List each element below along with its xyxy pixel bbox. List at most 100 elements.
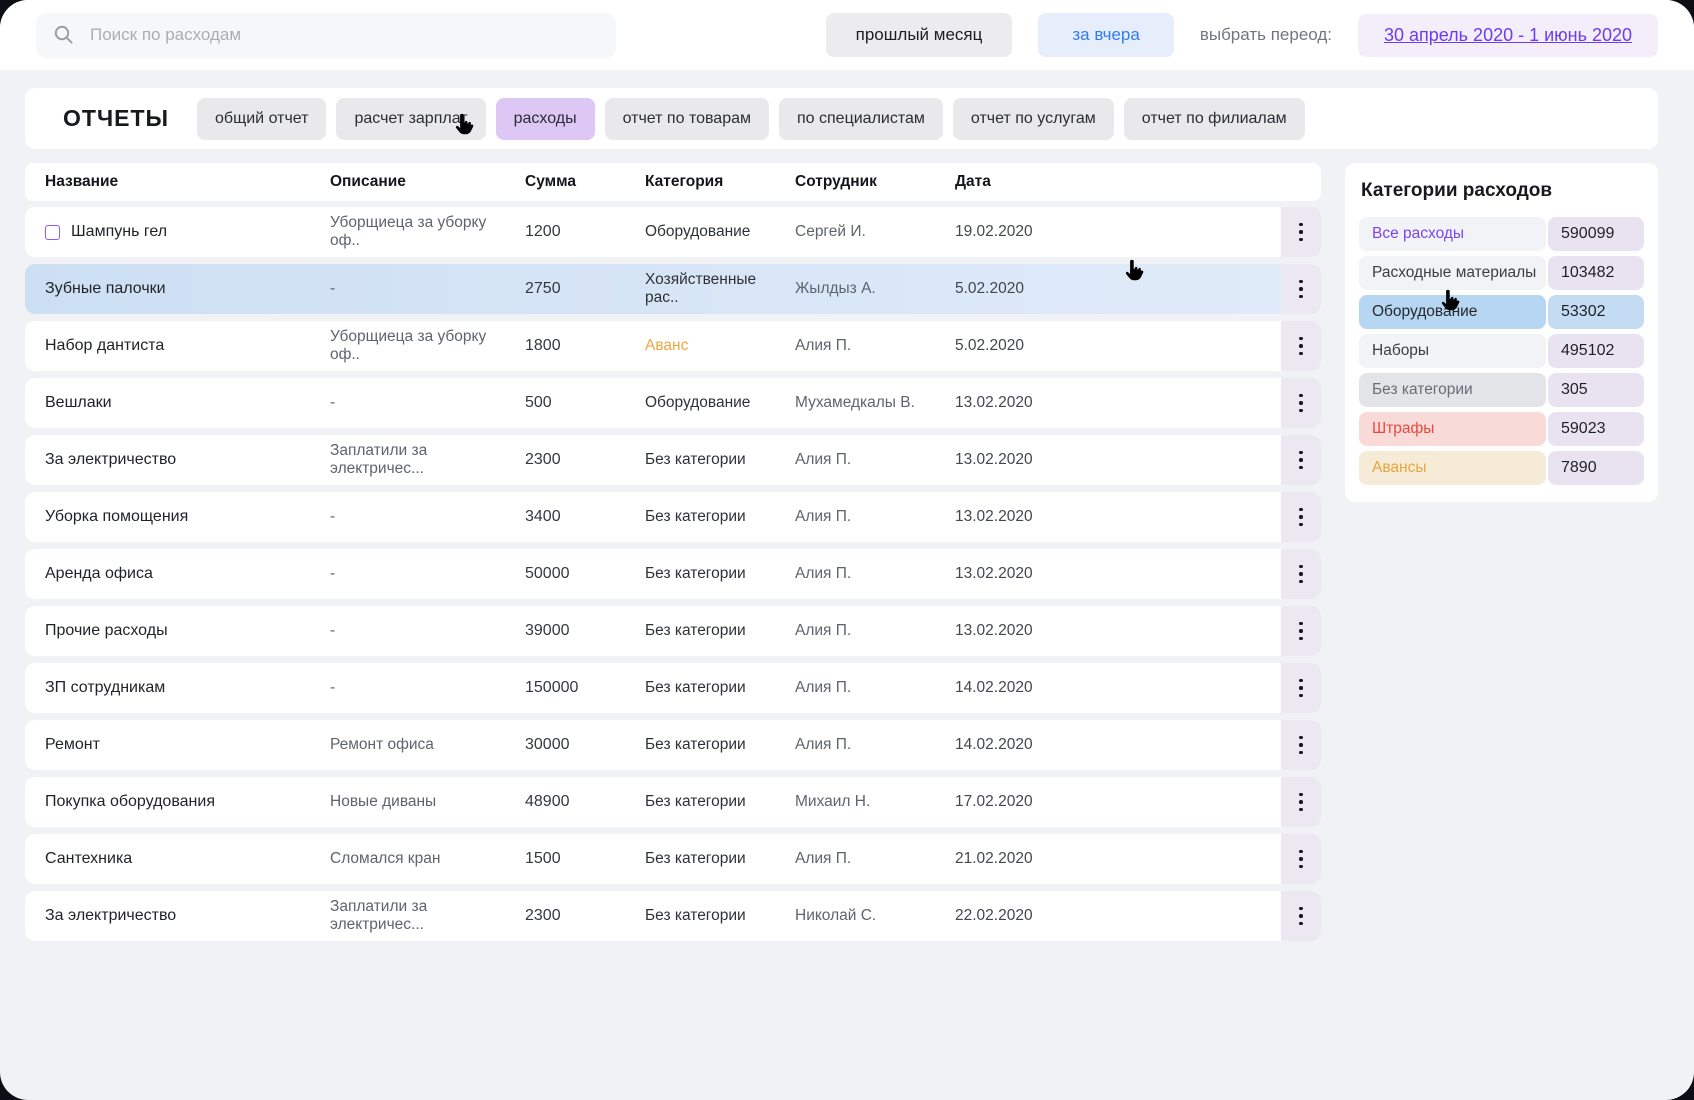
expense-category: Без категории bbox=[645, 622, 795, 640]
table-row[interactable]: РемонтРемонт офиса30000Без категорииАлия… bbox=[25, 720, 1321, 770]
expense-category: Без категории bbox=[645, 793, 795, 811]
categories-title: Категории расходов bbox=[1361, 180, 1644, 202]
report-tab-5[interactable]: отчет по услугам bbox=[953, 98, 1114, 140]
expense-amount: 48900 bbox=[525, 793, 645, 811]
row-menu-button[interactable] bbox=[1281, 435, 1321, 485]
column-header: Сотрудник bbox=[795, 173, 955, 191]
category-item[interactable]: Наборы495102 bbox=[1359, 334, 1644, 368]
table-row[interactable]: Шампунь гелУборщиеца за уборку оф..1200О… bbox=[25, 207, 1321, 257]
last-month-button[interactable]: прошлый месяц bbox=[826, 13, 1013, 57]
table-row[interactable]: За электричествоЗаплатили за электричес.… bbox=[25, 891, 1321, 941]
category-value: 59023 bbox=[1548, 412, 1644, 446]
expense-employee: Сергей И. bbox=[795, 223, 955, 241]
table-row[interactable]: Набор дантистаУборщиеца за уборку оф..18… bbox=[25, 321, 1321, 371]
expense-employee: Алия П. bbox=[795, 337, 955, 355]
row-menu-button[interactable] bbox=[1281, 720, 1321, 770]
row-menu-button[interactable] bbox=[1281, 378, 1321, 428]
expense-date: 19.02.2020 bbox=[955, 223, 1281, 241]
report-tab-6[interactable]: отчет по филиалам bbox=[1124, 98, 1305, 140]
expense-amount: 1500 bbox=[525, 850, 645, 868]
expense-employee: Мухамедкалы В. bbox=[795, 394, 955, 412]
row-menu-button[interactable] bbox=[1281, 663, 1321, 713]
expense-name-cell: Шампунь гел bbox=[45, 223, 330, 241]
table-row[interactable]: Прочие расходы-39000Без категорииАлия П.… bbox=[25, 606, 1321, 656]
table-row[interactable]: Покупка оборудованияНовые диваны48900Без… bbox=[25, 777, 1321, 827]
table-row[interactable]: ЗП сотрудникам-150000Без категорииАлия П… bbox=[25, 663, 1321, 713]
category-item[interactable]: Штрафы59023 bbox=[1359, 412, 1644, 446]
report-tab-3[interactable]: отчет по товарам bbox=[605, 98, 769, 140]
expense-amount: 2300 bbox=[525, 907, 645, 925]
row-checkbox[interactable] bbox=[45, 225, 60, 240]
category-item[interactable]: Расходные материалы103482 bbox=[1359, 256, 1644, 290]
row-menu-button[interactable] bbox=[1281, 891, 1321, 941]
column-header: Категория bbox=[645, 173, 795, 191]
expense-amount: 1200 bbox=[525, 223, 645, 241]
expense-name-cell: Аренда офиса bbox=[45, 565, 330, 583]
category-value: 7890 bbox=[1548, 451, 1644, 485]
report-tab-0[interactable]: общий отчет bbox=[197, 98, 326, 140]
category-item[interactable]: Без категории305 bbox=[1359, 373, 1644, 407]
row-menu-button[interactable] bbox=[1281, 264, 1321, 314]
category-item[interactable]: Оборудование53302 bbox=[1359, 295, 1644, 329]
row-menu-button[interactable] bbox=[1281, 321, 1321, 371]
report-tab-2[interactable]: расходы bbox=[496, 98, 595, 140]
search-field[interactable] bbox=[36, 13, 616, 58]
expense-name: ЗП сотрудникам bbox=[45, 679, 165, 697]
expense-employee: Алия П. bbox=[795, 622, 955, 640]
expense-employee: Николай С. bbox=[795, 907, 955, 925]
expense-name: Сантехника bbox=[45, 850, 132, 868]
expense-date: 14.02.2020 bbox=[955, 679, 1281, 697]
category-item[interactable]: Авансы7890 bbox=[1359, 451, 1644, 485]
row-menu-button[interactable] bbox=[1281, 606, 1321, 656]
expense-name: Ремонт bbox=[45, 736, 100, 754]
expense-name: За электричество bbox=[45, 451, 176, 469]
expense-category: Аванс bbox=[645, 337, 795, 355]
expense-date: 17.02.2020 bbox=[955, 793, 1281, 811]
expense-category: Оборудование bbox=[645, 223, 795, 241]
table-header: НазваниеОписаниеСуммаКатегорияСотрудникД… bbox=[25, 163, 1321, 201]
categories-list: Все расходы590099 Расходные материалы1034… bbox=[1359, 217, 1644, 485]
expense-date: 13.02.2020 bbox=[955, 565, 1281, 583]
expense-amount: 50000 bbox=[525, 565, 645, 583]
expense-date: 13.02.2020 bbox=[955, 622, 1281, 640]
expense-description: - bbox=[330, 622, 525, 640]
expense-amount: 39000 bbox=[525, 622, 645, 640]
category-label: Штрафы bbox=[1359, 412, 1546, 446]
expense-category: Оборудование bbox=[645, 394, 795, 412]
table-row[interactable]: За электричествоЗаплатили за электричес.… bbox=[25, 435, 1321, 485]
table-row[interactable]: Зубные палочки-2750Хозяйственные рас..Жы… bbox=[25, 264, 1321, 314]
expense-amount: 2750 bbox=[525, 280, 645, 298]
expense-name: Зубные палочки bbox=[45, 280, 166, 298]
report-tab-4[interactable]: по специалистам bbox=[779, 98, 943, 140]
period-controls: прошлый месяц за вчера выбрать переод: 3… bbox=[826, 13, 1658, 57]
expense-date: 13.02.2020 bbox=[955, 451, 1281, 469]
row-menu-button[interactable] bbox=[1281, 777, 1321, 827]
category-value: 590099 bbox=[1548, 217, 1644, 251]
column-header: Название bbox=[45, 173, 330, 191]
expense-employee: Алия П. bbox=[795, 736, 955, 754]
date-range-picker[interactable]: 30 апрель 2020 - 1 июнь 2020 bbox=[1358, 14, 1658, 57]
expense-date: 22.02.2020 bbox=[955, 907, 1281, 925]
row-menu-button[interactable] bbox=[1281, 207, 1321, 257]
table-row[interactable]: СантехникаСломался кран1500Без категории… bbox=[25, 834, 1321, 884]
yesterday-button[interactable]: за вчера bbox=[1038, 13, 1173, 57]
kebab-icon bbox=[1299, 280, 1303, 299]
row-menu-button[interactable] bbox=[1281, 492, 1321, 542]
report-tab-1[interactable]: расчет зарплат bbox=[336, 98, 485, 140]
expense-date: 13.02.2020 bbox=[955, 394, 1281, 412]
expense-employee: Жылдыз А. bbox=[795, 280, 955, 298]
expense-description: - bbox=[330, 508, 525, 526]
expense-name: Уборка помощения bbox=[45, 508, 188, 526]
table-row[interactable]: Уборка помощения-3400Без категорииАлия П… bbox=[25, 492, 1321, 542]
category-item[interactable]: Все расходы590099 bbox=[1359, 217, 1644, 251]
topbar: прошлый месяц за вчера выбрать переод: 3… bbox=[0, 0, 1694, 70]
row-menu-button[interactable] bbox=[1281, 834, 1321, 884]
search-input[interactable] bbox=[88, 24, 599, 46]
table-row[interactable]: Вешлаки-500ОборудованиеМухамедкалы В.13.… bbox=[25, 378, 1321, 428]
category-label: Расходные материалы bbox=[1359, 256, 1546, 290]
expense-name-cell: Вешлаки bbox=[45, 394, 330, 412]
kebab-icon bbox=[1299, 679, 1303, 698]
row-menu-button[interactable] bbox=[1281, 549, 1321, 599]
table-row[interactable]: Аренда офиса-50000Без категорииАлия П.13… bbox=[25, 549, 1321, 599]
kebab-icon bbox=[1299, 451, 1303, 470]
